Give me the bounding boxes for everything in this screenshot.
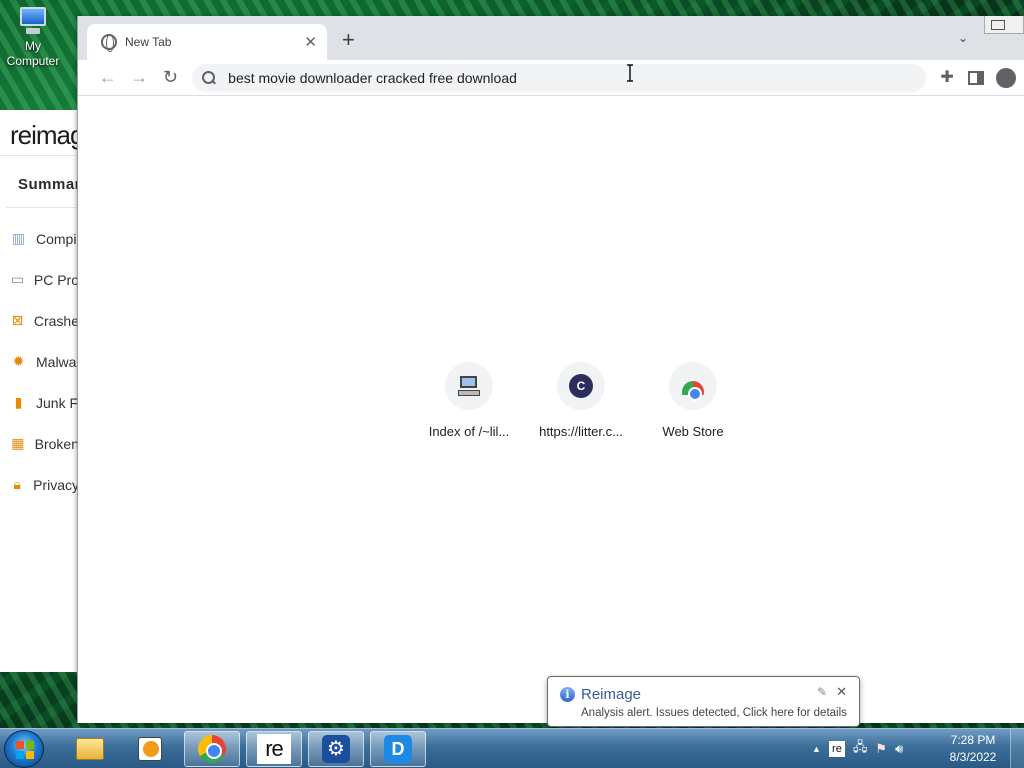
sidebar-item-label: PC Pro (33, 271, 79, 288)
reimage-notification[interactable]: i Reimage Analysis alert. Issues detecte… (547, 676, 860, 727)
taskbar: re ⚙ D ▲ re 🖧︎ ⚑ 🔊︎ 7:28 PM 8/3/2022 (0, 728, 1024, 768)
shortcut-tile[interactable]: C https://litter.c... (527, 362, 635, 439)
close-icon[interactable]: ✕ (836, 684, 847, 700)
taskbar-reimage[interactable]: re (246, 731, 302, 767)
restore-window-button[interactable] (984, 16, 1024, 34)
c-letter-icon: C (569, 374, 593, 398)
tab-title: New Tab (125, 35, 172, 49)
lock-icon: 🔒︎ (13, 476, 21, 492)
pin-icon[interactable]: ✎ (817, 685, 827, 699)
trash-icon: ▮ (14, 394, 23, 410)
webstore-icon (682, 381, 704, 401)
globe-icon (101, 34, 117, 52)
computer-icon (17, 6, 49, 36)
close-icon[interactable]: ✕ (304, 33, 317, 51)
taskbar-settings-tool[interactable]: ⚙ (308, 731, 364, 767)
profile-avatar[interactable] (996, 67, 1017, 88)
info-icon: i (560, 687, 575, 702)
sidebar-item-label: Broken (34, 435, 79, 452)
shortcut-label: Index of /~lil... (428, 424, 510, 439)
chevron-down-icon[interactable]: ⌄ (958, 31, 968, 45)
bug-icon: ✹ (12, 353, 25, 369)
text-cursor-icon (627, 64, 633, 82)
sidebar-item-pc-profile[interactable]: ▭ PC Pro (0, 259, 79, 300)
sidebar-item-label: Malwa (36, 353, 77, 370)
clock-time: 7:28 PM (950, 733, 996, 747)
pc-icon: ▭ (10, 271, 25, 287)
desktop-icon-label-2: Computer (6, 54, 60, 68)
sidebar-item-label: Compi (36, 230, 77, 247)
taskbar-media-player[interactable] (122, 731, 178, 767)
shortcut-label: https://litter.c... (539, 424, 623, 439)
chrome-icon (198, 735, 226, 763)
summary-heading: Summar (6, 156, 79, 208)
sidebar-item-label: Crashe (33, 312, 79, 329)
forward-button[interactable]: → (123, 64, 154, 92)
reimage-logo: reimag (0, 110, 79, 156)
tab-new-tab[interactable]: New Tab ✕ (87, 24, 327, 60)
tab-strip: New Tab ✕ + ⌄ (78, 16, 1024, 60)
show-desktop-button[interactable] (1010, 729, 1024, 768)
sidebar-item-label: Junk F (36, 394, 79, 411)
taskbar-file-explorer[interactable] (62, 731, 118, 767)
clock-date: 8/3/2022 (949, 750, 997, 764)
reimage-window: reimag Summar ▥ Compi ▭ PC Pro ⊠ Crashe … (0, 110, 80, 672)
sidebar-item-computer[interactable]: ▥ Compi (0, 218, 79, 259)
d-app-icon: D (384, 735, 412, 763)
network-icon[interactable]: 🖧︎ (853, 738, 868, 760)
browser-window: New Tab ✕ + ⌄ ← → ↻ best movie downloade… (77, 16, 1024, 723)
sidebar-item-broken[interactable]: ▦ Broken (0, 423, 79, 464)
sidebar-item-malware[interactable]: ✹ Malwa (0, 341, 79, 382)
shortcut-tile[interactable]: Web Store (639, 362, 747, 439)
extensions-icon[interactable]: ✚ (938, 69, 956, 87)
windows-logo-icon (16, 741, 34, 759)
address-bar[interactable]: best movie downloader cracked free downl… (192, 63, 927, 92)
search-icon (202, 70, 216, 85)
system-tray: ▲ re 🖧︎ ⚑ 🔊︎ (812, 729, 903, 768)
sidebar-item-privacy[interactable]: 🔒︎ Privacy (0, 464, 79, 505)
registry-icon: ▦ (11, 435, 25, 451)
reimage-tray-icon[interactable]: re (828, 741, 845, 757)
start-button[interactable] (4, 730, 44, 768)
taskbar-d-app[interactable]: D (370, 731, 426, 767)
gear-icon: ⚙ (322, 735, 350, 763)
computer-icon (457, 374, 481, 398)
shortcut-tile[interactable]: Index of /~lil... (415, 362, 523, 439)
folder-icon (76, 738, 104, 760)
volume-icon[interactable]: 🔊︎ (895, 741, 903, 757)
clock[interactable]: 7:28 PM 8/3/2022 (938, 732, 1008, 766)
taskbar-chrome[interactable] (184, 731, 240, 767)
media-player-icon (138, 737, 162, 761)
new-tab-page: Index of /~lil... C https://litter.c... … (78, 96, 1024, 723)
sidebar-item-junk-files[interactable]: ▮ Junk F (0, 382, 79, 423)
new-tab-button[interactable]: + (342, 29, 355, 51)
sidebar-item-label: Privacy (33, 476, 79, 493)
desktop-icon-label: My (25, 39, 41, 53)
action-center-icon[interactable]: ⚑ (875, 741, 887, 757)
shortcut-label: Web Store (662, 424, 724, 439)
back-button[interactable]: ← (92, 64, 123, 92)
sidebar-item-crashes[interactable]: ⊠ Crashe (0, 300, 79, 341)
reload-button[interactable]: ↻ (155, 64, 186, 92)
shortcut-tiles: Index of /~lil... C https://litter.c... … (415, 362, 747, 439)
side-panel-icon[interactable] (968, 70, 985, 85)
reimage-icon: re (257, 734, 291, 764)
my-computer-desktop-icon[interactable]: My Computer (4, 6, 62, 69)
notification-message: Analysis alert. Issues detected, Click h… (581, 707, 847, 719)
address-bar-text: best movie downloader cracked free downl… (228, 69, 517, 86)
notification-title: Reimage (581, 686, 642, 703)
chevron-up-icon[interactable]: ▲ (812, 744, 821, 754)
crash-icon: ⊠ (11, 312, 24, 328)
browser-toolbar: ← → ↻ best movie downloader cracked free… (78, 60, 1024, 96)
chart-icon: ▥ (11, 230, 26, 246)
